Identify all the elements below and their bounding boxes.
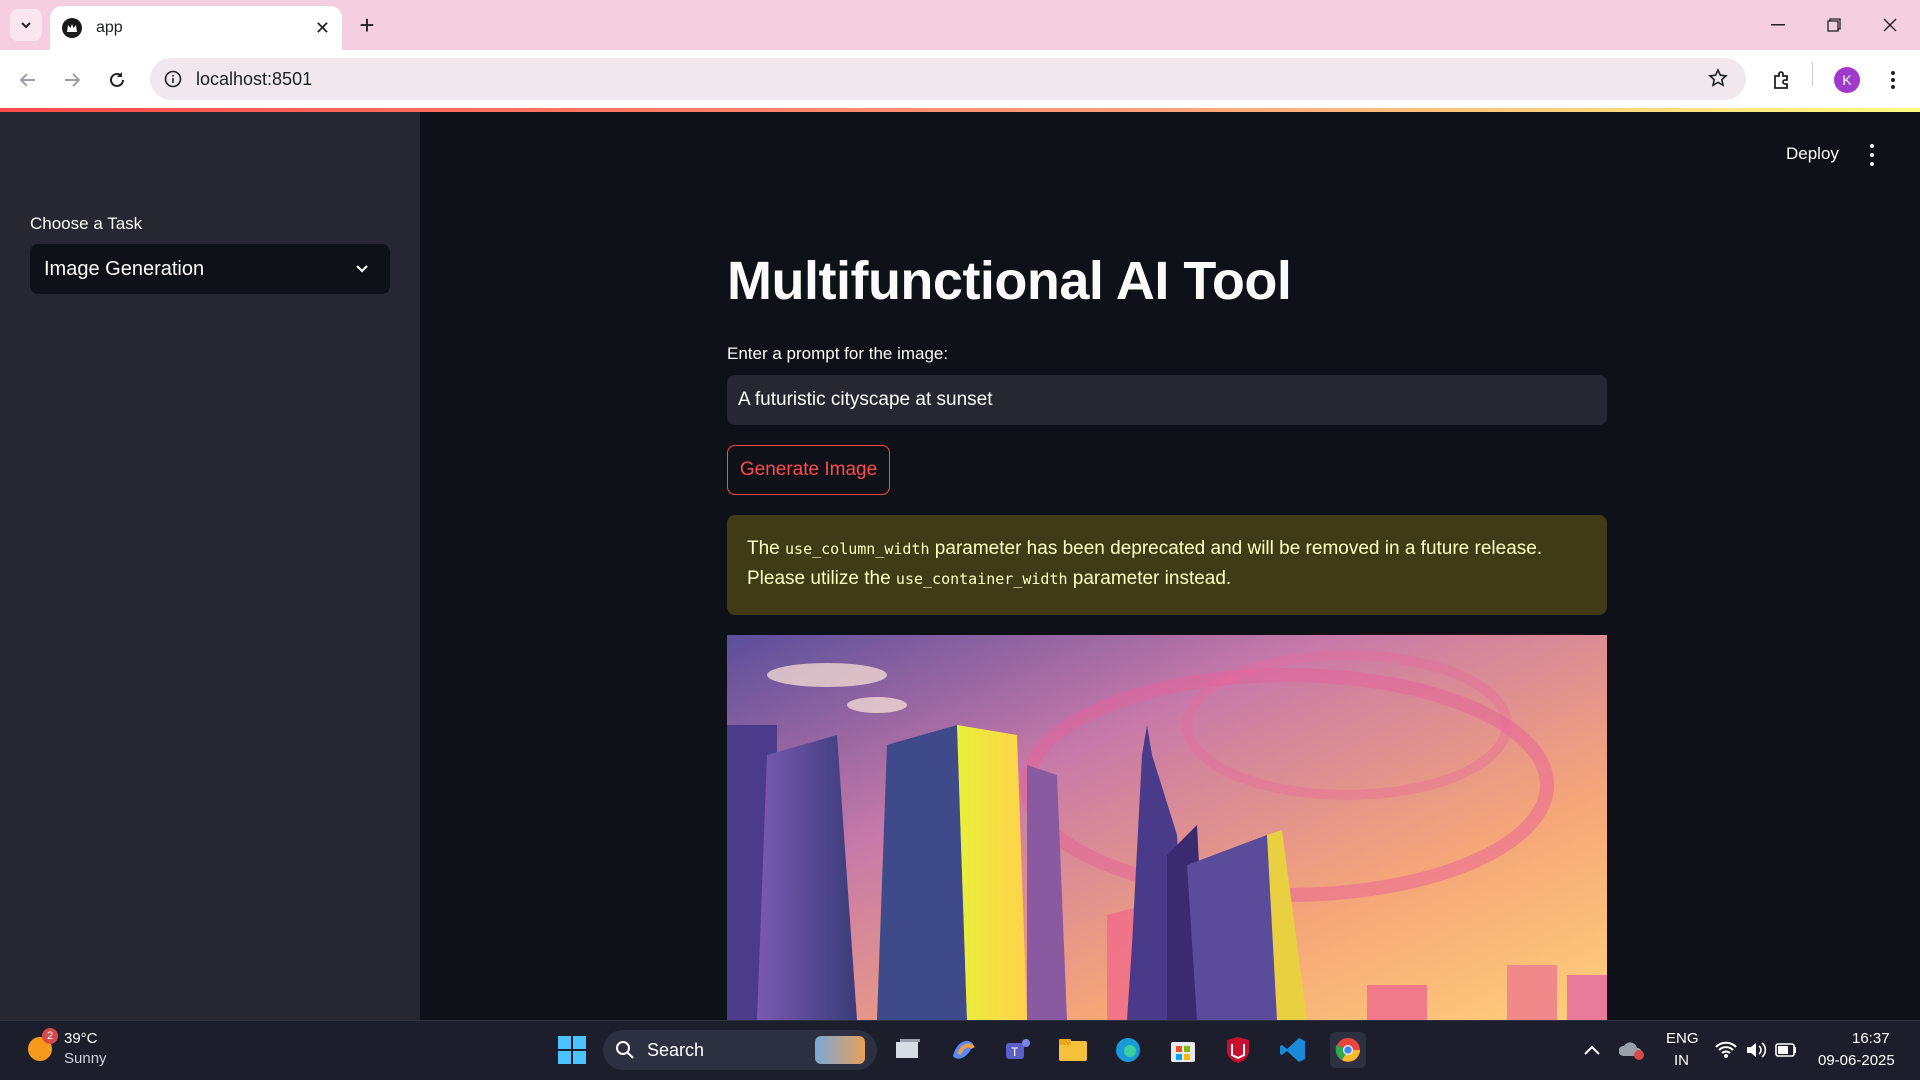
windows-logo-icon xyxy=(558,1036,586,1064)
weather-widget[interactable]: 2 xyxy=(22,1028,58,1066)
language-top[interactable]: ENG xyxy=(1666,1030,1699,1047)
address-bar[interactable]: localhost:8501 xyxy=(150,58,1746,100)
arrow-right-icon xyxy=(65,73,81,87)
store-icon[interactable] xyxy=(1165,1032,1201,1068)
edge-icon[interactable] xyxy=(1110,1032,1146,1068)
restore-icon xyxy=(1827,18,1841,32)
deploy-button[interactable]: Deploy xyxy=(1786,144,1839,166)
profile-button[interactable]: K xyxy=(1831,64,1863,96)
file-explorer-icon[interactable] xyxy=(1055,1032,1091,1068)
clock-date[interactable]: 09-06-2025 xyxy=(1818,1052,1895,1069)
extensions-button[interactable] xyxy=(1766,64,1798,96)
arrow-left-icon xyxy=(19,73,35,87)
puzzle-icon xyxy=(1774,71,1788,89)
prompt-label: Enter a prompt for the image: xyxy=(727,344,949,363)
reload-icon xyxy=(110,72,124,87)
chevron-down-icon xyxy=(21,22,31,29)
browser-menu-button[interactable] xyxy=(1877,64,1909,96)
reload-button[interactable] xyxy=(101,64,133,96)
start-button[interactable] xyxy=(554,1032,590,1068)
search-label: Search xyxy=(647,1039,705,1060)
prompt-input[interactable] xyxy=(727,375,1607,425)
task-select-label: Choose a Task xyxy=(30,214,143,233)
svg-text:T: T xyxy=(1011,1045,1019,1059)
forward-button[interactable] xyxy=(56,64,88,96)
weather-badge: 2 xyxy=(42,1028,58,1044)
bookmark-star-icon[interactable] xyxy=(1708,68,1728,93)
weather-desc: Sunny xyxy=(64,1050,107,1067)
browser-toolbar: localhost:8501 K xyxy=(0,50,1920,110)
new-tab-button[interactable]: + xyxy=(352,10,382,40)
chevron-down-icon xyxy=(352,258,372,284)
close-icon xyxy=(1883,18,1897,32)
onedrive-error-icon[interactable] xyxy=(1614,1032,1650,1068)
app-menu-icon[interactable] xyxy=(1864,142,1880,168)
copilot-icon[interactable] xyxy=(945,1032,981,1068)
task-view-icon[interactable] xyxy=(890,1032,926,1068)
restore-button[interactable] xyxy=(1814,10,1854,40)
generated-image xyxy=(727,635,1607,1020)
battery-icon[interactable] xyxy=(1768,1032,1804,1068)
warning-code-1: use_column_width xyxy=(785,540,930,558)
browser-tab-strip: app ✕ + xyxy=(0,0,1920,50)
taskbar-search[interactable]: Search xyxy=(603,1030,877,1070)
warning-code-2: use_container_width xyxy=(895,570,1068,588)
task-select-value: Image Generation xyxy=(44,257,205,280)
language-bottom[interactable]: IN xyxy=(1674,1052,1689,1069)
search-icon xyxy=(616,1041,634,1059)
clock-time[interactable]: 16:37 xyxy=(1852,1030,1890,1047)
warning-text-3: parameter instead. xyxy=(1067,568,1232,589)
page-title: Multifunctional AI Tool xyxy=(727,251,1292,311)
minimize-button[interactable] xyxy=(1758,10,1798,40)
back-button[interactable] xyxy=(12,64,44,96)
tab-close-icon[interactable]: ✕ xyxy=(315,18,330,39)
task-select[interactable]: Image Generation xyxy=(30,244,390,294)
toolbar-divider xyxy=(1812,62,1813,86)
search-highlight-icon xyxy=(815,1036,865,1064)
deprecation-warning: The use_column_width parameter has been … xyxy=(727,515,1607,615)
streamlit-favicon-icon xyxy=(62,18,82,38)
kebab-menu-icon xyxy=(1891,71,1895,89)
tab-title: app xyxy=(96,19,123,36)
show-hidden-icons-chevron-up-icon[interactable] xyxy=(1574,1032,1610,1068)
url-text: localhost:8501 xyxy=(196,68,313,89)
minimize-icon xyxy=(1771,24,1785,26)
mcafee-icon[interactable] xyxy=(1220,1032,1256,1068)
browser-tab[interactable]: app ✕ xyxy=(50,6,342,50)
close-window-button[interactable] xyxy=(1870,10,1910,40)
vscode-icon[interactable] xyxy=(1275,1032,1311,1068)
chrome-icon[interactable] xyxy=(1330,1032,1366,1068)
generate-image-button[interactable]: Generate Image xyxy=(727,445,890,495)
sidebar: Choose a Task Image Generation xyxy=(0,112,420,1020)
warning-text-1: The xyxy=(747,538,786,559)
avatar: K xyxy=(1834,67,1860,93)
site-info-icon[interactable] xyxy=(164,70,182,88)
tab-search-button[interactable] xyxy=(10,9,42,41)
teams-icon[interactable]: T xyxy=(1000,1032,1036,1068)
weather-temp: 39°C xyxy=(64,1030,98,1047)
